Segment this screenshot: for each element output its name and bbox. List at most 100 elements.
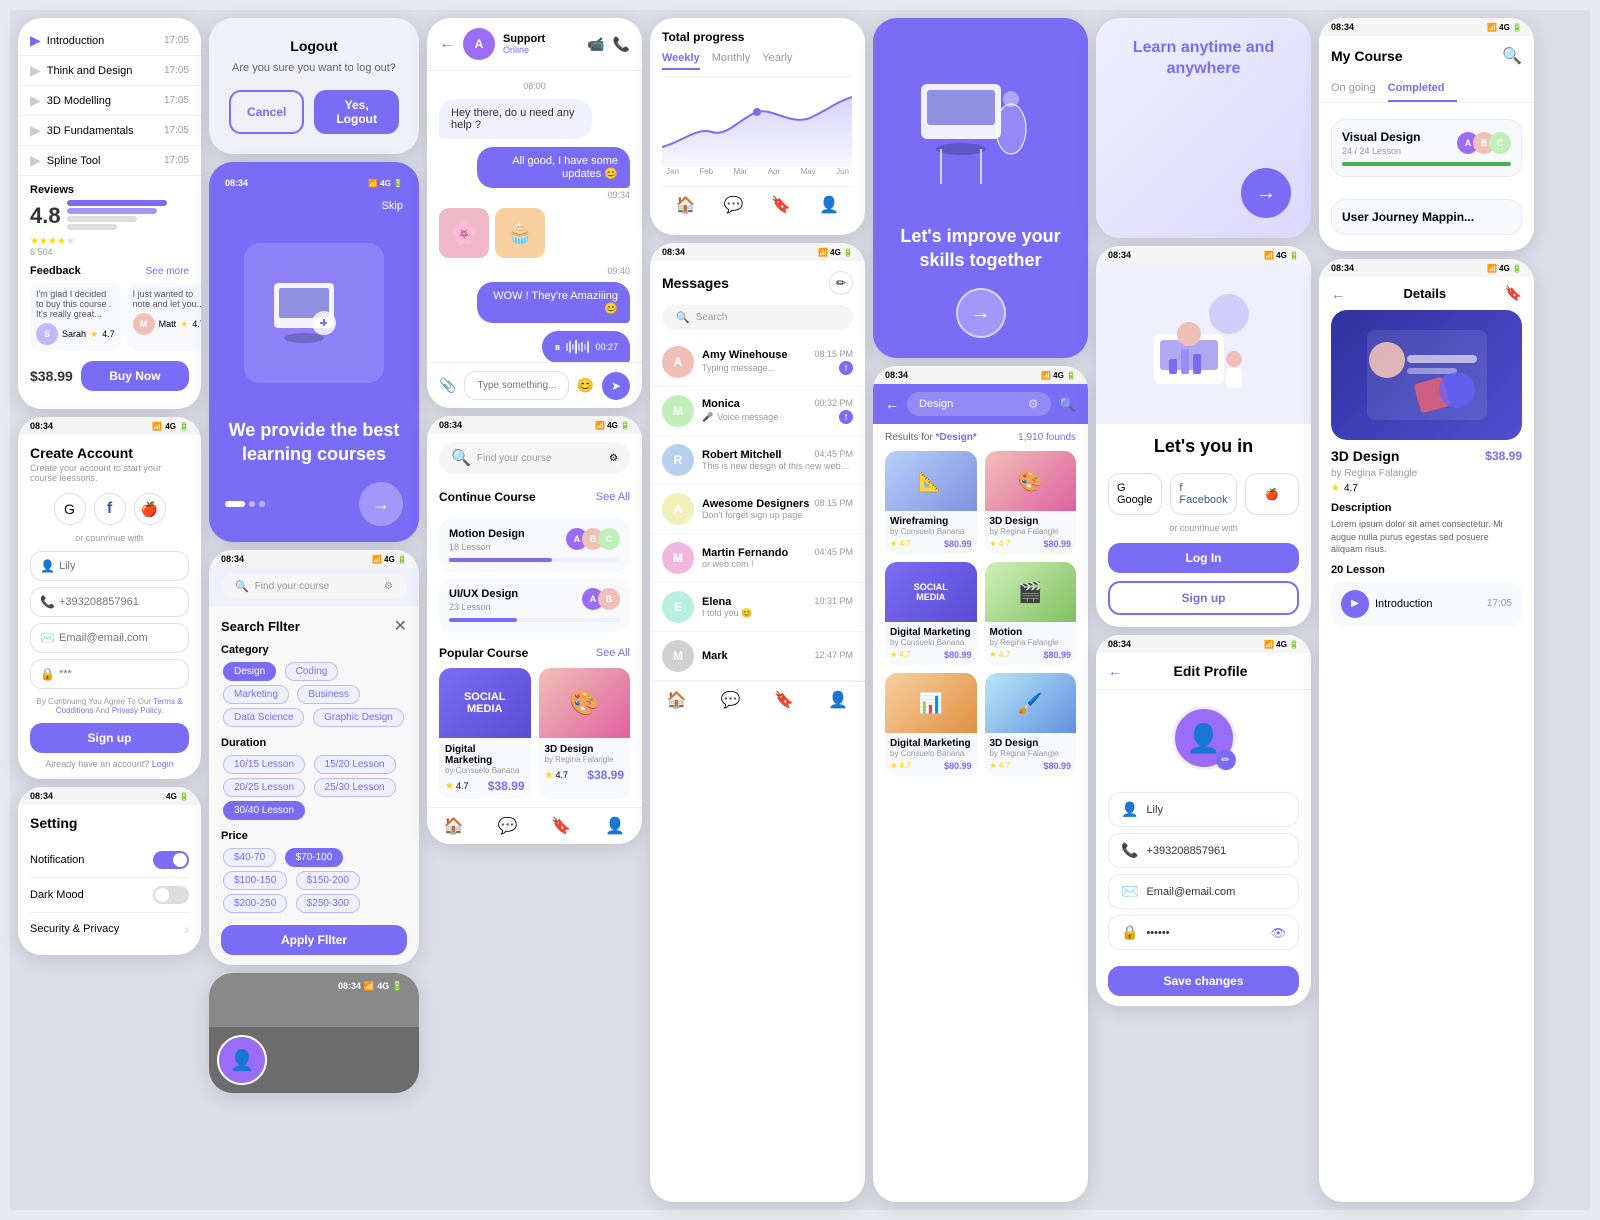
message-item[interactable]: A Amy Winehouse 08:15 PM Typing message.…: [650, 338, 865, 387]
profile-phone-field[interactable]: 📞 +393208857961: [1108, 833, 1299, 868]
profile-name-field[interactable]: 👤 Lily: [1108, 792, 1299, 827]
search-back-icon[interactable]: ←: [885, 396, 899, 412]
first-lesson-item[interactable]: ▶ Introduction 17:05: [1331, 582, 1522, 626]
lesson-item[interactable]: ▶ Introduction 17:05: [18, 26, 201, 56]
learn-next-button[interactable]: →: [1241, 168, 1291, 218]
price-chip[interactable]: $40-70: [223, 848, 276, 867]
phone-icon[interactable]: 📞: [613, 36, 630, 53]
message-item[interactable]: M Monica 00:32 PM 🎤 Voice message f: [650, 387, 865, 436]
weekly-tab[interactable]: Weekly: [662, 52, 700, 70]
home-nav-icon[interactable]: 🏠: [444, 816, 464, 836]
edit-profile-back-icon[interactable]: ←: [1108, 663, 1122, 679]
filter-close-button[interactable]: ✕: [394, 616, 407, 636]
category-chip[interactable]: Marketing: [223, 685, 289, 704]
duration-chip[interactable]: 20/25 Lesson: [223, 778, 305, 797]
completed-tab[interactable]: Completed: [1388, 76, 1457, 102]
edit-avatar-button[interactable]: ✏: [1216, 750, 1236, 770]
result-card[interactable]: 🎬 Motion by Regina Falangle ★ 4.7 $80.99: [985, 562, 1077, 665]
messages-search[interactable]: 🔍 Search: [662, 305, 853, 330]
apple-login-button[interactable]: 🍎: [134, 493, 166, 525]
chat-icon[interactable]: 💬: [724, 195, 744, 215]
login-link[interactable]: Login: [152, 759, 174, 769]
category-chip[interactable]: Coding: [285, 662, 339, 681]
price-chip[interactable]: $70-100: [285, 848, 344, 867]
filter-search-bar[interactable]: 🔍 Find your course ⚙: [221, 574, 407, 599]
profile-email-field[interactable]: ✉️ Email@email.com: [1108, 874, 1299, 909]
result-card[interactable]: 🖌️ 3D Design by Regina Falangle ★ 4.7 $8…: [985, 673, 1077, 776]
duration-chip[interactable]: 15/20 Lesson: [314, 755, 396, 774]
popular-see-all[interactable]: See All: [596, 647, 630, 659]
show-password-icon[interactable]: 👁: [1271, 926, 1286, 940]
apply-filter-button[interactable]: Apply Fllter: [221, 925, 407, 955]
category-chip[interactable]: Data Science: [223, 708, 304, 727]
message-item[interactable]: M Martin Fernando 04:45 PM or web.com !: [650, 534, 865, 583]
back-icon[interactable]: ←: [439, 35, 455, 53]
result-card[interactable]: SOCIALMEDIA Digital Marketing by Consuel…: [885, 562, 977, 665]
video-call-icon[interactable]: 📹: [587, 36, 604, 53]
skills-next-button[interactable]: →: [956, 288, 1006, 338]
details-back-icon[interactable]: ←: [1331, 286, 1345, 302]
privacy-link[interactable]: Privasy Policy.: [112, 706, 163, 715]
login-button[interactable]: Log In: [1108, 543, 1299, 573]
signup-button[interactable]: Sign up: [1108, 581, 1299, 615]
my-course-search-icon[interactable]: 🔍: [1502, 46, 1522, 66]
duration-chip[interactable]: 25/30 Lesson: [314, 778, 396, 797]
profile-password-field[interactable]: 🔒 •••••• 👁: [1108, 915, 1299, 950]
lesson-item[interactable]: ▶ 3D Fundamentals 17:05: [18, 116, 201, 146]
see-more-link[interactable]: See more: [146, 266, 189, 277]
play-lesson-icon[interactable]: ▶: [1341, 590, 1369, 618]
play-icon[interactable]: ⏸: [554, 340, 560, 355]
skip-button[interactable]: Skip: [382, 200, 403, 212]
category-chip[interactable]: Business: [297, 685, 360, 704]
dark-mode-toggle[interactable]: [153, 886, 189, 904]
message-nav-icon[interactable]: 💬: [498, 816, 518, 836]
message-item[interactable]: A Awesome Designers 08:15 PM Don't forge…: [650, 485, 865, 534]
motion-design-course[interactable]: Motion Design 18 Lesson A B C: [439, 518, 630, 572]
filter-icon[interactable]: ⚙: [384, 581, 393, 592]
yearly-tab[interactable]: Yearly: [762, 52, 792, 70]
duration-chip[interactable]: 30/40 Lesson: [223, 801, 305, 820]
price-chip[interactable]: $250-300: [296, 894, 360, 913]
lesson-item[interactable]: ▶ 3D Modelling 17:05: [18, 86, 201, 116]
cancel-button[interactable]: Cancel: [229, 90, 304, 134]
save-nav[interactable]: 🔖: [774, 690, 794, 710]
confirm-logout-button[interactable]: Yes, Logout: [314, 90, 399, 134]
profile-nav-icon[interactable]: 👤: [605, 816, 625, 836]
price-chip[interactable]: $150-200: [296, 871, 360, 890]
price-chip[interactable]: $100-150: [223, 871, 287, 890]
visual-design-course[interactable]: Visual Design 24 / 24 Lesson A B C: [1319, 103, 1534, 193]
security-chevron-icon[interactable]: ›: [184, 921, 189, 937]
attach-icon[interactable]: 📎: [439, 377, 456, 394]
lesson-item[interactable]: ▶ Think and Design 17:05: [18, 56, 201, 86]
price-chip[interactable]: $200-250: [223, 894, 287, 913]
save-icon[interactable]: 🔖: [771, 195, 791, 215]
search-input-wrapper[interactable]: Design ⚙: [907, 392, 1051, 416]
ongoing-tab[interactable]: On going: [1331, 76, 1388, 102]
3d-design-course-card[interactable]: 🎨 3D Design by Regina Falangle ★ 4.7 $38…: [539, 668, 631, 799]
next-button[interactable]: →: [359, 482, 403, 526]
apple-btn[interactable]: 🍎: [1245, 473, 1299, 515]
edit-messages-icon[interactable]: ✏: [829, 271, 853, 295]
category-chip[interactable]: Graphic Design: [313, 708, 404, 727]
details-bookmark-icon[interactable]: 🔖: [1505, 285, 1522, 302]
buy-now-button[interactable]: Buy Now: [81, 361, 189, 391]
facebook-btn[interactable]: f Facebook: [1170, 473, 1236, 515]
profile-nav[interactable]: 👤: [828, 690, 848, 710]
chat-nav[interactable]: 💬: [721, 690, 741, 710]
user-journey-course[interactable]: User Journey Mappin...: [1319, 199, 1534, 251]
course-search[interactable]: 🔍 Find your course ⚙: [439, 442, 630, 474]
sign-up-button[interactable]: Sign up: [30, 723, 189, 753]
continue-see-all[interactable]: See All: [596, 491, 630, 503]
duration-chip[interactable]: 10/15 Lesson: [223, 755, 305, 774]
filter-btn-icon[interactable]: ⚙: [609, 453, 618, 464]
result-card[interactable]: 🎨 3D Design by Regina Falangle ★ 4.7 $80…: [985, 451, 1077, 554]
message-item[interactable]: R Robert Mitchell 04:45 PM This is new d…: [650, 436, 865, 485]
message-item[interactable]: E Elena 10:31 PM I told you 😊: [650, 583, 865, 632]
lesson-item[interactable]: ▶ Spline Tool 17:05: [18, 146, 201, 176]
filter-results-icon[interactable]: ⚙: [1028, 397, 1039, 411]
social-media-course-card[interactable]: SOCIALMEDIA Digital Marketing by Consuel…: [439, 668, 531, 799]
result-card[interactable]: 📐 Wireframing by Consuelo Banana ★ 4.7 $…: [885, 451, 977, 554]
save-changes-button[interactable]: Save changes: [1108, 966, 1299, 996]
result-card[interactable]: 📊 Digital Marketing by Consuelo Banana ★…: [885, 673, 977, 776]
notification-toggle[interactable]: [153, 851, 189, 869]
